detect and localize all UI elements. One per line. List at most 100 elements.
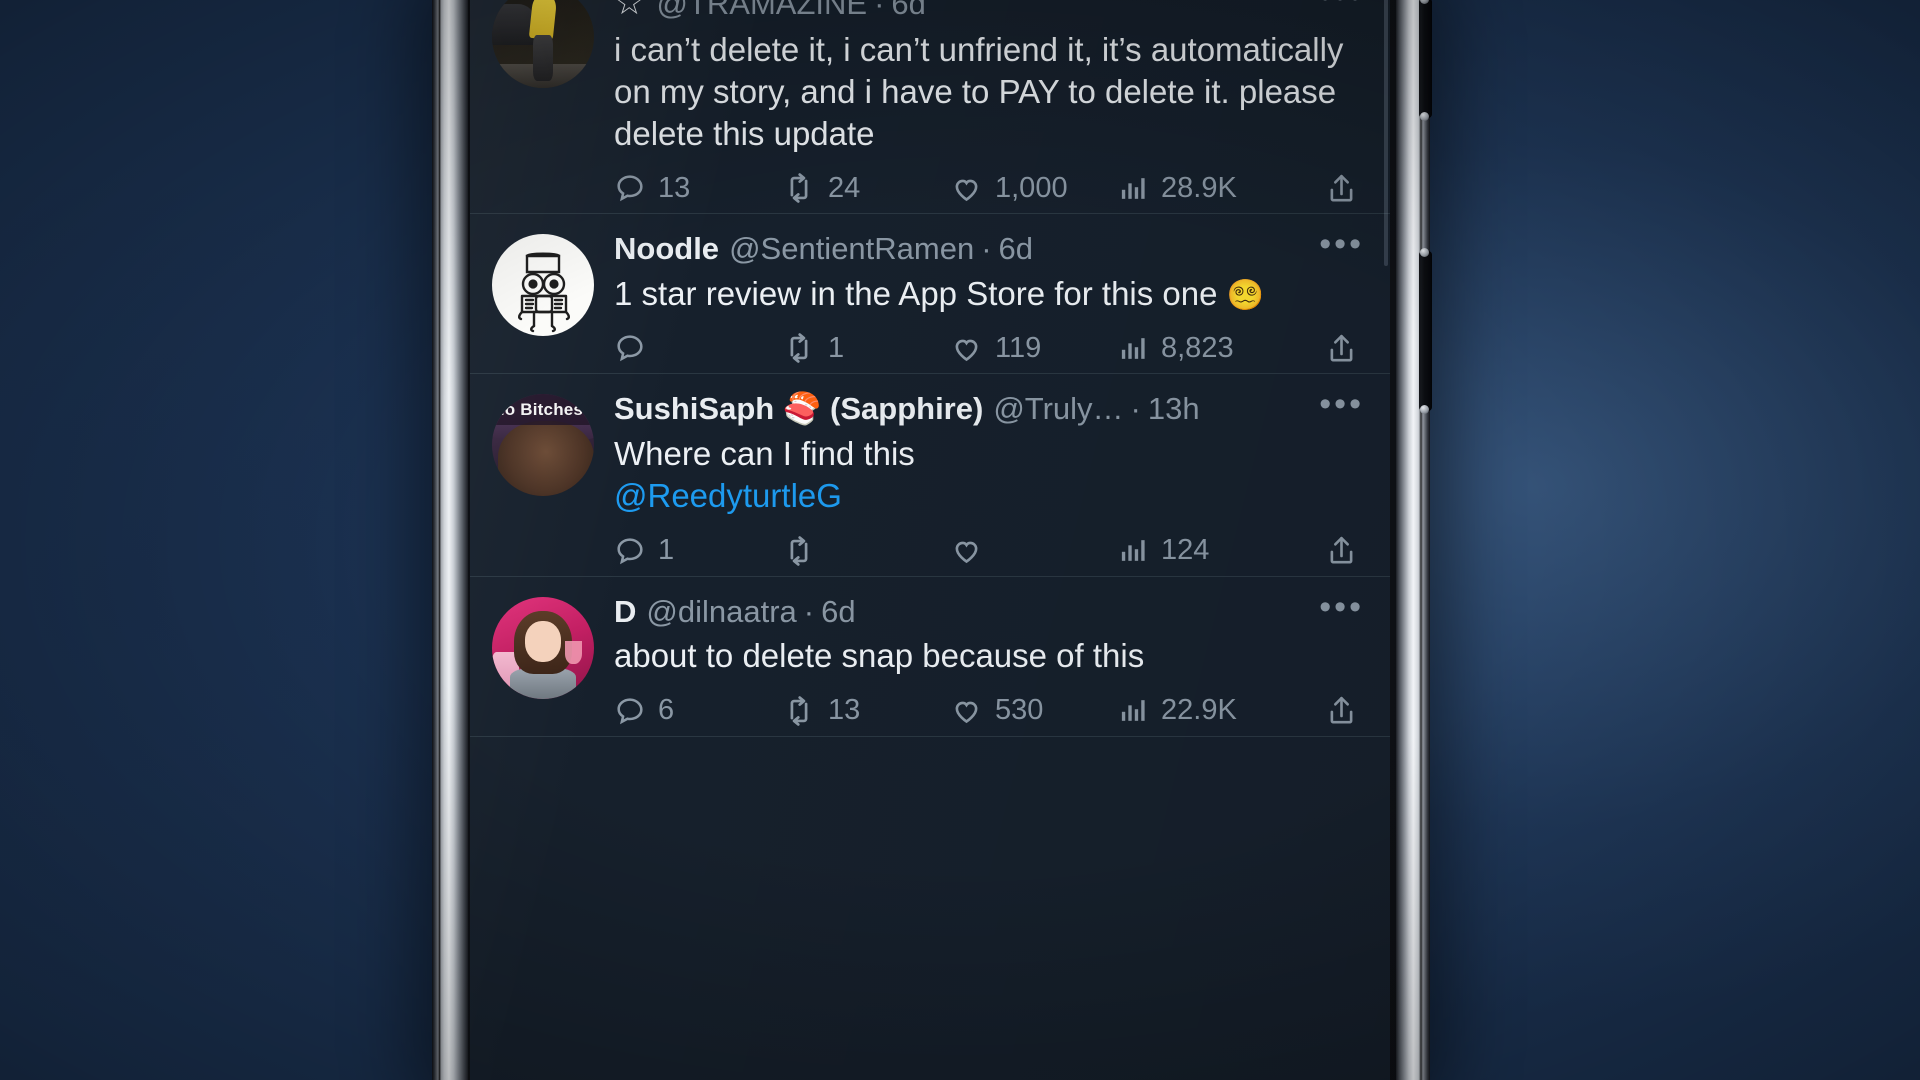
tweet-header: D @dilnaatra · 6d ••• [614, 589, 1364, 632]
tweet-header: Noodle @SentientRamen · 6d ••• [614, 227, 1364, 269]
tweet-mention-link[interactable]: @ReedyturtleG [614, 477, 842, 514]
tweet-actions: 1 124 [614, 534, 1364, 568]
like-action[interactable] [950, 534, 1118, 567]
avatar[interactable]: No Bitches? [492, 394, 594, 497]
spiral-eyes-emoji: 😵‍💫 [1226, 278, 1265, 312]
avatar[interactable] [492, 0, 594, 88]
retweet-icon [790, 173, 808, 204]
share-icon [1330, 696, 1353, 724]
tweet-actions: 1 119 8,823 [614, 331, 1364, 365]
separator-dot: · [1130, 391, 1141, 427]
avatar[interactable] [492, 596, 594, 699]
reply-count: 1 [658, 534, 675, 567]
separator-dot: · [803, 593, 815, 629]
reply-icon [617, 537, 643, 564]
scrollbar[interactable] [1384, 0, 1388, 266]
like-icon [955, 701, 978, 724]
tweet-feed[interactable]: ☆ @TRAMAZINE · 6d ••• i can’t delete it,… [470, 0, 1390, 1080]
tweet-timestamp[interactable]: 13h [1148, 390, 1200, 429]
retweet-action[interactable]: 24 [782, 171, 950, 205]
views-action[interactable]: 8,823 [1118, 332, 1286, 365]
retweet-action[interactable]: 1 [782, 331, 950, 365]
tweet-item[interactable]: Noodle @SentientRamen · 6d ••• 1 star re… [470, 214, 1390, 375]
views-action[interactable]: 28.9K [1118, 172, 1286, 205]
tweet-header: SushiSaph 🍣 (Sapphire) @Truly… · 13h ••• [614, 387, 1364, 429]
retweet-count: 1 [828, 331, 845, 364]
tweet-display-name[interactable]: D [614, 593, 636, 632]
tweet-body: D @dilnaatra · 6d ••• about to delete sn… [608, 589, 1364, 728]
tweet-item[interactable]: No Bitches? SushiSaph 🍣 (Sapphire) @Trul… [470, 374, 1390, 577]
more-options-icon[interactable]: ••• [1305, 227, 1364, 262]
more-options-icon[interactable]: ••• [1305, 0, 1364, 13]
avatar[interactable] [492, 234, 594, 337]
tweet-text: about to delete snap because of this [614, 637, 1145, 675]
volume-up-button[interactable] [1419, 0, 1432, 121]
tweet-timestamp[interactable]: 6d [999, 230, 1033, 269]
separator-dot: · [981, 231, 992, 267]
tweet-display-name[interactable]: SushiSaph 🍣 (Sapphire) [614, 390, 983, 429]
retweet-count: 13 [828, 694, 861, 727]
like-icon [955, 339, 978, 361]
views-count: 8,823 [1161, 331, 1234, 364]
tweet-handle[interactable]: @SentientRamen [729, 230, 974, 269]
tweet-actions: 13 24 1,000 28.9K [614, 171, 1364, 205]
reply-action[interactable]: 13 [614, 172, 782, 205]
views-count: 124 [1161, 534, 1210, 567]
retweet-action[interactable]: 13 [782, 694, 950, 728]
tweet-text-main: Where can I find this [614, 435, 915, 473]
views-count: 28.9K [1161, 171, 1237, 204]
tweet-handle[interactable]: @dilnaatra [646, 593, 796, 632]
tweet-actions: 6 13 530 22.9K [614, 694, 1364, 728]
retweet-action[interactable] [782, 534, 950, 568]
tweet-text-main: 1 star review in the App Store for this … [614, 274, 1227, 312]
avatar-column: No Bitches? [492, 390, 608, 567]
views-action[interactable]: 124 [1118, 534, 1286, 567]
share-action[interactable] [1325, 534, 1358, 567]
share-action[interactable] [1325, 332, 1358, 365]
retweet-icon [790, 333, 808, 364]
tweet-display-name[interactable]: Noodle [614, 230, 719, 269]
like-action[interactable]: 119 [950, 332, 1118, 365]
phone-left-seam [438, 0, 441, 1080]
share-icon [1330, 536, 1353, 564]
tweet-item[interactable]: D @dilnaatra · 6d ••• about to delete sn… [470, 577, 1390, 737]
phone-left-bezel [432, 0, 468, 1080]
views-icon [1121, 177, 1145, 199]
tweet-handle[interactable]: @Truly… [993, 390, 1123, 429]
avatar-column [492, 230, 608, 365]
like-count: 1,000 [995, 171, 1068, 204]
tweet-text: Where can I find this @ReedyturtleG [614, 433, 1364, 517]
more-options-icon[interactable]: ••• [1305, 387, 1364, 422]
tweet-timestamp[interactable]: 6d [891, 0, 925, 24]
screenshot-stage: ☆ @TRAMAZINE · 6d ••• i can’t delete it,… [0, 0, 1920, 1080]
reply-icon [617, 335, 643, 362]
noodle-doodle-icon [518, 252, 570, 333]
tweet-item[interactable]: ☆ @TRAMAZINE · 6d ••• i can’t delete it,… [470, 0, 1390, 215]
avatar-column [492, 593, 608, 728]
reply-count: 13 [658, 171, 691, 204]
tweet-timestamp[interactable]: 6d [821, 593, 855, 632]
share-action[interactable] [1325, 172, 1358, 205]
reply-action[interactable]: 1 [614, 534, 782, 567]
tweet-text: i can’t delete it, i can’t unfriend it, … [614, 30, 1344, 152]
reply-action[interactable] [614, 332, 782, 364]
views-icon [1121, 540, 1145, 561]
like-action[interactable]: 530 [950, 694, 1118, 727]
like-action[interactable]: 1,000 [950, 172, 1118, 205]
views-action[interactable]: 22.9K [1118, 694, 1286, 727]
more-options-icon[interactable]: ••• [1305, 589, 1364, 624]
like-icon [955, 179, 978, 201]
tweet-text: 1 star review in the App Store for this … [614, 273, 1364, 315]
views-icon [1121, 700, 1145, 721]
tweet-body: SushiSaph 🍣 (Sapphire) @Truly… · 13h •••… [608, 387, 1364, 568]
avatar-caption: No Bitches? [492, 394, 594, 425]
views-count: 22.9K [1161, 694, 1237, 727]
power-button[interactable] [1419, 248, 1432, 414]
tweet-body: ☆ @TRAMAZINE · 6d ••• i can’t delete it,… [608, 0, 1364, 205]
tweet-header: ☆ @TRAMAZINE · 6d ••• [614, 0, 1364, 25]
like-icon [955, 541, 978, 564]
tweet-handle[interactable]: @TRAMAZINE [656, 0, 867, 24]
share-action[interactable] [1325, 694, 1358, 727]
reply-action[interactable]: 6 [614, 694, 782, 727]
reply-count: 6 [658, 694, 675, 727]
